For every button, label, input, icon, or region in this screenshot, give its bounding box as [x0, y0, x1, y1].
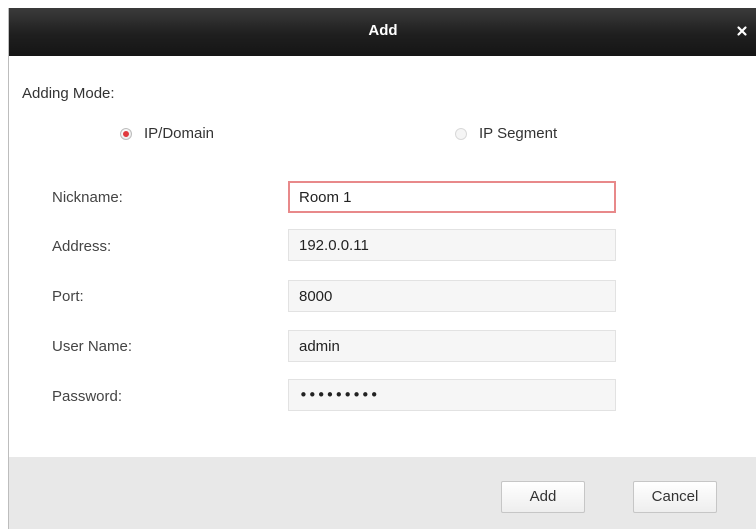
adding-mode-label: Adding Mode:	[22, 85, 115, 102]
radio-ip-domain-button[interactable]	[120, 127, 132, 140]
password-input[interactable]	[288, 379, 616, 411]
add-device-dialog: Add Adding Mode: IP/Domain IP Segment Ni…	[8, 8, 756, 529]
radio-ip-segment-button[interactable]	[455, 127, 467, 140]
port-label: Port:	[52, 288, 84, 305]
close-icon[interactable]	[733, 22, 751, 40]
radio-ip-segment[interactable]: IP Segment	[455, 125, 557, 142]
address-label: Address:	[52, 238, 112, 255]
dialog-title: Add	[368, 22, 398, 39]
nickname-label: Nickname:	[52, 189, 123, 206]
dialog-titlebar: Add	[9, 8, 756, 56]
add-button[interactable]: Add	[501, 481, 585, 513]
username-input[interactable]	[288, 330, 616, 362]
radio-ip-domain[interactable]: IP/Domain	[120, 125, 214, 142]
username-label: User Name:	[52, 338, 133, 355]
nickname-input[interactable]	[288, 181, 616, 213]
password-label: Password:	[52, 388, 123, 405]
radio-ip-segment-label: IP Segment	[479, 125, 558, 142]
cancel-button[interactable]: Cancel	[633, 481, 717, 513]
port-input[interactable]	[288, 280, 616, 312]
address-input[interactable]	[288, 229, 616, 261]
radio-ip-domain-label: IP/Domain	[144, 125, 215, 142]
